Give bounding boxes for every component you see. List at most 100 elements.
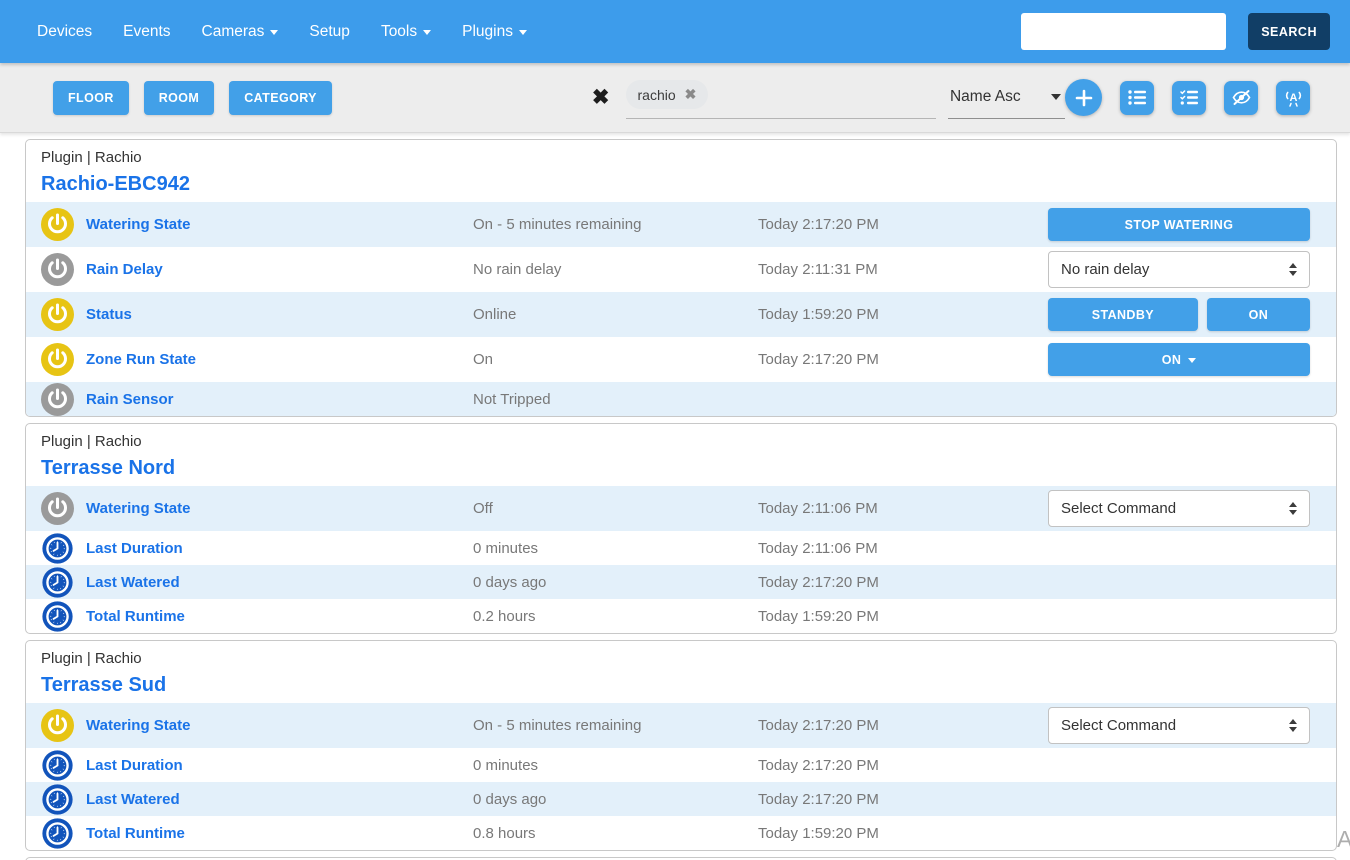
clock-icon (41, 749, 74, 782)
chevron-down-icon (519, 30, 527, 35)
watermark-text: Ac (1337, 826, 1350, 853)
feature-label[interactable]: Zone Run State (86, 351, 196, 368)
feature-row: Last Watered 0 days ago Today 2:17:20 PM (26, 782, 1336, 816)
feature-row: Last Watered 0 days ago Today 2:17:20 PM (26, 565, 1336, 599)
chip-remove-icon[interactable]: ✖ (685, 86, 697, 103)
nav-item-cameras[interactable]: Cameras (202, 23, 279, 41)
plus-icon (1075, 89, 1093, 107)
feature-label[interactable]: Last Watered (86, 574, 180, 591)
broadcast-tower-icon: A (1283, 89, 1304, 107)
device-list: Plugin | Rachio Rachio-EBC942 Watering S… (0, 133, 1350, 860)
stop-watering-button[interactable]: STOP WATERING (1048, 208, 1310, 241)
feature-row: Rain Sensor Not Tripped (26, 382, 1336, 416)
select-command-select[interactable]: Select Command (1048, 490, 1310, 527)
feature-row: Last Duration 0 minutes Today 2:11:06 PM (26, 531, 1336, 565)
feature-timestamp: Today 2:17:20 PM (758, 351, 1048, 368)
feature-value: 0.2 hours (473, 608, 758, 625)
feature-label[interactable]: Watering State (86, 717, 190, 734)
on-button[interactable]: ON (1207, 298, 1310, 331)
sort-order-value: Name Asc (950, 88, 1021, 106)
feature-row: Zone Run State On Today 2:17:20 PM ON (26, 337, 1336, 382)
feature-value: 0.8 hours (473, 825, 758, 842)
device-title[interactable]: Rachio-EBC942 (41, 172, 1321, 196)
search-button[interactable]: SEARCH (1248, 13, 1330, 50)
standby-button[interactable]: STANDBY (1048, 298, 1198, 331)
hide-devices-button[interactable] (1224, 81, 1258, 115)
feature-value: 0 minutes (473, 757, 758, 774)
nav-item-tools[interactable]: Tools (381, 23, 431, 41)
feature-value: On - 5 minutes remaining (473, 216, 758, 233)
device-title[interactable]: Terrasse Sud (41, 673, 1321, 697)
feature-timestamp: Today 1:59:20 PM (758, 825, 1048, 842)
feature-label[interactable]: Watering State (86, 500, 190, 517)
feature-timestamp: Today 2:11:31 PM (758, 261, 1048, 278)
feature-value: 0 days ago (473, 791, 758, 808)
floor-filter-button[interactable]: FLOOR (53, 81, 129, 115)
broadcast-button[interactable]: A (1276, 81, 1310, 115)
feature-row: Watering State On - 5 minutes remaining … (26, 703, 1336, 748)
filter-bar: FLOOR ROOM CATEGORY ✖ rachio ✖ Name Asc (0, 63, 1350, 133)
select-arrows-icon (1289, 263, 1297, 276)
power-off-icon (41, 383, 74, 416)
feature-label[interactable]: Last Duration (86, 757, 183, 774)
clock-icon (41, 532, 74, 565)
feature-row: Watering State On - 5 minutes remaining … (26, 202, 1336, 247)
plugin-breadcrumb: Plugin | Rachio (41, 149, 1321, 167)
feature-timestamp: Today 2:17:20 PM (758, 717, 1048, 734)
add-device-button[interactable] (1065, 79, 1102, 116)
filter-text-input[interactable]: rachio ✖ (626, 75, 936, 121)
feature-label[interactable]: Rain Sensor (86, 391, 174, 408)
feature-timestamp: Today 2:17:20 PM (758, 757, 1048, 774)
feature-timestamp: Today 1:59:20 PM (758, 306, 1048, 323)
zone-run-state-menu-button[interactable]: ON (1048, 343, 1310, 376)
feature-timestamp: Today 2:11:06 PM (758, 500, 1048, 517)
eye-slash-icon (1231, 89, 1252, 106)
feature-label[interactable]: Last Duration (86, 540, 183, 557)
category-filter-button[interactable]: CATEGORY (229, 81, 332, 115)
device-title[interactable]: Terrasse Nord (41, 456, 1321, 480)
nav-item-setup[interactable]: Setup (309, 23, 350, 41)
search-input[interactable] (1021, 13, 1226, 50)
list-view-button[interactable] (1120, 81, 1154, 115)
power-off-icon (41, 492, 74, 525)
feature-row: Last Duration 0 minutes Today 2:17:20 PM (26, 748, 1336, 782)
rain-delay-select[interactable]: No rain delay (1048, 251, 1310, 288)
sort-order-select[interactable]: Name Asc (948, 77, 1065, 119)
plugin-breadcrumb: Plugin | Rachio (41, 650, 1321, 668)
feature-timestamp: Today 2:17:20 PM (758, 574, 1048, 591)
feature-label[interactable]: Total Runtime (86, 608, 185, 625)
feature-label[interactable]: Total Runtime (86, 825, 185, 842)
feature-value: On (473, 351, 758, 368)
nav-item-plugins[interactable]: Plugins (462, 23, 527, 41)
nav-item-events[interactable]: Events (123, 23, 170, 41)
filter-chip-rachio: rachio ✖ (626, 80, 709, 109)
room-filter-button[interactable]: ROOM (144, 81, 215, 115)
feature-value: Off (473, 500, 758, 517)
toolbar-actions: A (1065, 79, 1310, 116)
power-on-icon (41, 208, 74, 241)
nav-item-devices[interactable]: Devices (37, 23, 92, 41)
list-icon (1128, 89, 1147, 106)
tasks-view-button[interactable] (1172, 81, 1206, 115)
chevron-down-icon (1051, 94, 1061, 100)
clear-filters-icon[interactable]: ✖ (592, 87, 610, 108)
chevron-down-icon (1188, 358, 1196, 363)
power-on-icon (41, 298, 74, 331)
feature-label[interactable]: Last Watered (86, 791, 180, 808)
search-area: SEARCH (1021, 13, 1330, 50)
tasks-icon (1180, 89, 1199, 106)
select-arrows-icon (1289, 719, 1297, 732)
select-command-select[interactable]: Select Command (1048, 707, 1310, 744)
feature-label[interactable]: Watering State (86, 216, 190, 233)
top-navbar: Devices Events Cameras Setup Tools Plugi… (0, 0, 1350, 63)
feature-value: No rain delay (473, 261, 758, 278)
feature-value: 0 minutes (473, 540, 758, 557)
chevron-down-icon (423, 30, 431, 35)
feature-value: 0 days ago (473, 574, 758, 591)
feature-label[interactable]: Status (86, 306, 132, 323)
nav-menu: Devices Events Cameras Setup Tools Plugi… (37, 23, 527, 41)
device-card: Plugin | Rachio Terrasse Nord Watering S… (25, 423, 1337, 634)
feature-label[interactable]: Rain Delay (86, 261, 163, 278)
power-on-icon (41, 709, 74, 742)
feature-value: Not Tripped (473, 391, 758, 408)
